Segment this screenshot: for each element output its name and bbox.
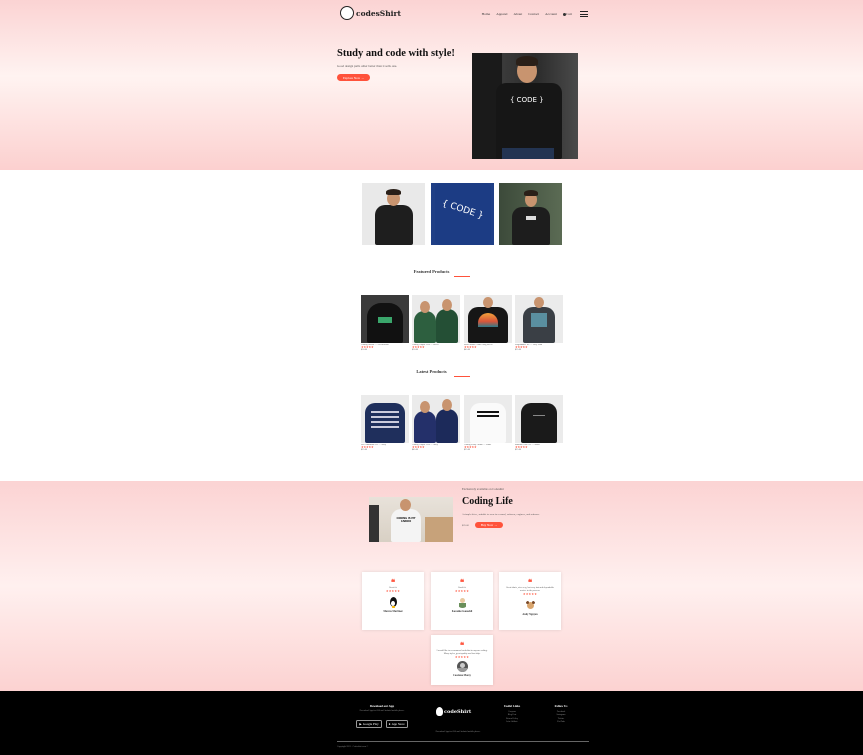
footer-app-title: Download our App (369, 704, 395, 708)
product-image (361, 295, 409, 343)
product-card[interactable]: Coding Is My Cardio — White ★★★★★ $25.00 (464, 395, 512, 451)
app-store-label: App Store (391, 722, 405, 726)
product-price: $25.00 (464, 449, 471, 451)
product-card[interactable]: Programmer Tee — Grey Print ★★★★★ $35.00 (515, 295, 563, 351)
product-card[interactable]: Retro Sunset Coder Long Sleeve ★★★★★ $45… (464, 295, 512, 351)
category-image[interactable]: { CODE } (431, 183, 494, 245)
offer-description: A simple fit tee, suitable to wear in a … (462, 513, 540, 516)
product-image (361, 395, 409, 443)
hero-section (0, 0, 863, 170)
nav-links: Home Apparel About Contact Account Cart (482, 12, 572, 16)
explore-button[interactable]: Explore Now → (337, 74, 370, 81)
product-price: $45.00 (412, 449, 419, 451)
offer-price: $25.00 (462, 524, 469, 527)
logo-icon (436, 707, 443, 716)
hero-image: { CODE } (472, 53, 578, 159)
product-price: $50.00 (412, 349, 419, 351)
footer-link[interactable]: Join Affiliate (497, 721, 527, 724)
google-play-button[interactable]: ▶ Google Play (356, 720, 382, 728)
avatar (456, 596, 468, 608)
brand-logo[interactable]: codesShirt (340, 6, 401, 20)
testimonial-card: ❝ I would like to recommend codeshirt to… (431, 635, 493, 685)
product-image (515, 395, 563, 443)
footer-follow-title: Follow Us (554, 704, 568, 708)
product-image (464, 295, 512, 343)
hero-shirt-print: { CODE } (510, 96, 544, 104)
footer-logo-text: codeShirt (444, 708, 472, 715)
product-price: $35.00 (515, 349, 522, 351)
offer-shirt-print: CODING IS MY CARDIO (396, 517, 416, 523)
testimonial-card: ❝ Good fit. ★★★★★ Kawaike Ganashil (431, 572, 493, 630)
footer-copyright: Copyright 2021 · Codeshirt team © (337, 746, 369, 748)
logo-text: codesShirt (356, 8, 401, 18)
product-card[interactable]: Git Commands Tee — Navy ★★★★★ $25.00 (361, 395, 409, 451)
product-image (464, 395, 512, 443)
product-price: $50.00 (361, 349, 368, 351)
nav-link-account[interactable]: Account (545, 12, 557, 16)
offer-title: Coding Life (462, 496, 513, 507)
apple-icon: ● (388, 722, 391, 726)
product-price: $25.00 (515, 449, 522, 451)
testimonial-name: Andy Nguyen (522, 612, 538, 616)
product-card[interactable]: Minimal Code Tee — Black ★★★★★ $25.00 (515, 395, 563, 451)
product-image (515, 295, 563, 343)
product-image (412, 295, 460, 343)
nav-link-home[interactable]: Home (482, 12, 491, 16)
offer-image: CODING IS MY CARDIO (369, 497, 453, 542)
nav-link-about[interactable]: About (513, 12, 522, 16)
rating-stars-icon: ★★★★★ (454, 588, 470, 593)
product-price: $45.00 (464, 349, 471, 351)
testimonial-card: ❝ Great fit. ★★★★★ Marcus Martinez (362, 572, 424, 630)
testimonial-name: Marcus Martinez (383, 609, 403, 613)
nav-link-contact[interactable]: Contact (528, 12, 539, 16)
footer-useful-links: Useful Links Coupons Blog Post Return Po… (497, 704, 527, 725)
footer-app-subtitle: Download App for iOS and Android mobile … (359, 710, 405, 712)
footer-download-col: Download our App Download App for iOS an… (350, 704, 414, 730)
avatar (456, 660, 468, 672)
logo-icon (340, 6, 354, 20)
nav-link-apparel[interactable]: Apparel (496, 12, 507, 16)
featured-title: Featured Products (413, 269, 450, 274)
footer-logo[interactable]: codeShirt (436, 707, 471, 716)
avatar (387, 596, 399, 608)
testimonial-name: Kawaike Ganashil (451, 609, 473, 613)
testimonial-card: ❝ Great fabric, nice very, but very fast… (499, 572, 561, 630)
product-card[interactable]: Coding Couple Tees — Green ★★★★★ $50.00 (412, 295, 460, 351)
product-image (412, 395, 460, 443)
featured-underline (454, 276, 470, 277)
product-price: $25.00 (361, 449, 368, 451)
footer-social-link[interactable]: YouTube (546, 721, 576, 724)
latest-underline (454, 376, 470, 377)
product-card[interactable]: Coding Couple Tees — Navy ★★★★★ $45.00 (412, 395, 460, 451)
latest-title: Latest Products (416, 369, 447, 374)
menu-icon[interactable] (580, 11, 588, 17)
rating-stars-icon: ★★★★★ (385, 588, 401, 593)
google-play-label: Google Play (362, 722, 379, 726)
footer-divider (337, 741, 589, 742)
testimonial-name: Cassiano Morey (453, 673, 471, 677)
footer-mission: Download App for iOS and Android mobile … (435, 731, 481, 733)
play-icon: ▶ (359, 722, 362, 726)
category-image[interactable] (499, 183, 562, 245)
rating-stars-icon: ★★★★★ (454, 654, 470, 659)
nav-cart[interactable]: Cart (562, 12, 572, 16)
category-image[interactable] (362, 183, 425, 245)
rating-stars-icon: ★★★★★ (522, 591, 538, 596)
footer-follow: Follow Us Facebook Instagram Twitter You… (546, 704, 576, 725)
app-store-button[interactable]: ● App Store (385, 720, 408, 728)
hero-subtitle: Good design pulls other better than it s… (337, 64, 398, 68)
cart-label: Cart (565, 12, 572, 16)
offer-tag: Exclusively available on Codeshirt (462, 487, 504, 491)
footer: Download our App Download App for iOS an… (0, 691, 863, 755)
product-card[interactable]: Coding Hoodie — Green/Black ★★★★★ $50.00 (361, 295, 409, 351)
avatar (524, 599, 536, 611)
buy-now-button[interactable]: Buy Now → (475, 522, 503, 528)
footer-useful-title: Useful Links (503, 704, 521, 708)
hero-title: Study and code with style! (337, 48, 455, 59)
navbar: codesShirt Home Apparel About Contact Ac… (340, 6, 588, 24)
